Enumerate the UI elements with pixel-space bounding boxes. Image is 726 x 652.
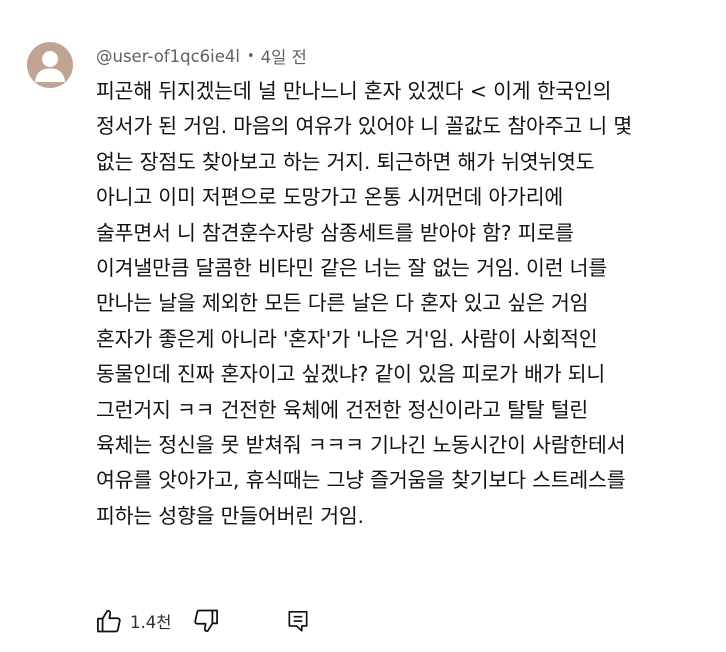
reply-button[interactable] [283,606,313,636]
comment-line: 술푸면서 니 참견훈수자랑 삼종세트를 받아야 함? 피로를 [96,220,574,245]
comment-line: 없는 장점도 찾아보고 하는 거지. 퇴근하면 해가 뉘엿뉘엿도 [96,149,595,174]
comment-line: 육체는 정신을 못 받쳐줘 ㅋㅋㅋ 기나긴 노동시간이 사람한테서 [96,432,626,457]
comment-item: @user-of1qc6ie4l • 4일 전 피곤해 뒤지겠는데 널 만나느니… [0,0,726,652]
dislike-button[interactable] [191,606,221,636]
comment-actions: 1.4천 [94,605,313,637]
comment-time[interactable]: 4일 전 [261,44,307,68]
thumb-up-icon [97,610,121,633]
comment-line: 혼자가 좋은게 아니라 '혼자'가 '나은 거'임. 사람이 사회적인 [96,326,598,351]
comment-line: 정서가 된 거임. 마음의 여유가 있어야 니 꼴값도 참아주고 니 몇 [96,114,632,139]
comment-line: 피곤해 뒤지겠는데 널 만나느니 혼자 있겠다 < 이게 한국인의 [96,79,612,103]
like-button[interactable] [94,606,124,636]
like-count: 1.4천 [130,613,172,632]
comment-header: @user-of1qc6ie4l • 4일 전 [96,44,307,68]
thumb-down-icon [194,609,219,632]
comment-text: 피곤해 뒤지겠는데 널 만나느니 혼자 있겠다 < 이게 한국인의 정서가 된 … [96,74,716,534]
comment-line: 아니고 이미 저편으로 도망가고 온통 시꺼먼데 아가리에 [96,185,564,210]
meta-separator: • [246,48,255,64]
default-avatar-icon [35,51,65,82]
author-name[interactable]: @user-of1qc6ie4l [96,47,240,66]
reply-icon [288,610,308,632]
comment-line: 피하는 성향을 만들어버린 거임. [96,503,364,528]
avatar[interactable] [27,42,73,88]
comment-line: 여유를 앗아가고, 휴식때는 그냥 즐거움을 찾기보다 스트레스를 [96,468,626,493]
comment-line: 이겨낼만큼 달콤한 비타민 같은 너는 잘 없는 거임. 이런 너를 [96,255,608,280]
comment-line: 그런거지 ㅋㅋ 건전한 육체에 건전한 정신이라고 탈탈 털린 [96,397,589,422]
comment-line: 동물인데 진짜 혼자이고 싶겠냐? 같이 있음 피로가 배가 되니 [96,362,606,387]
comment-line: 만나는 날을 제외한 모든 다른 날은 다 혼자 있고 싶은 거임 [96,291,589,316]
